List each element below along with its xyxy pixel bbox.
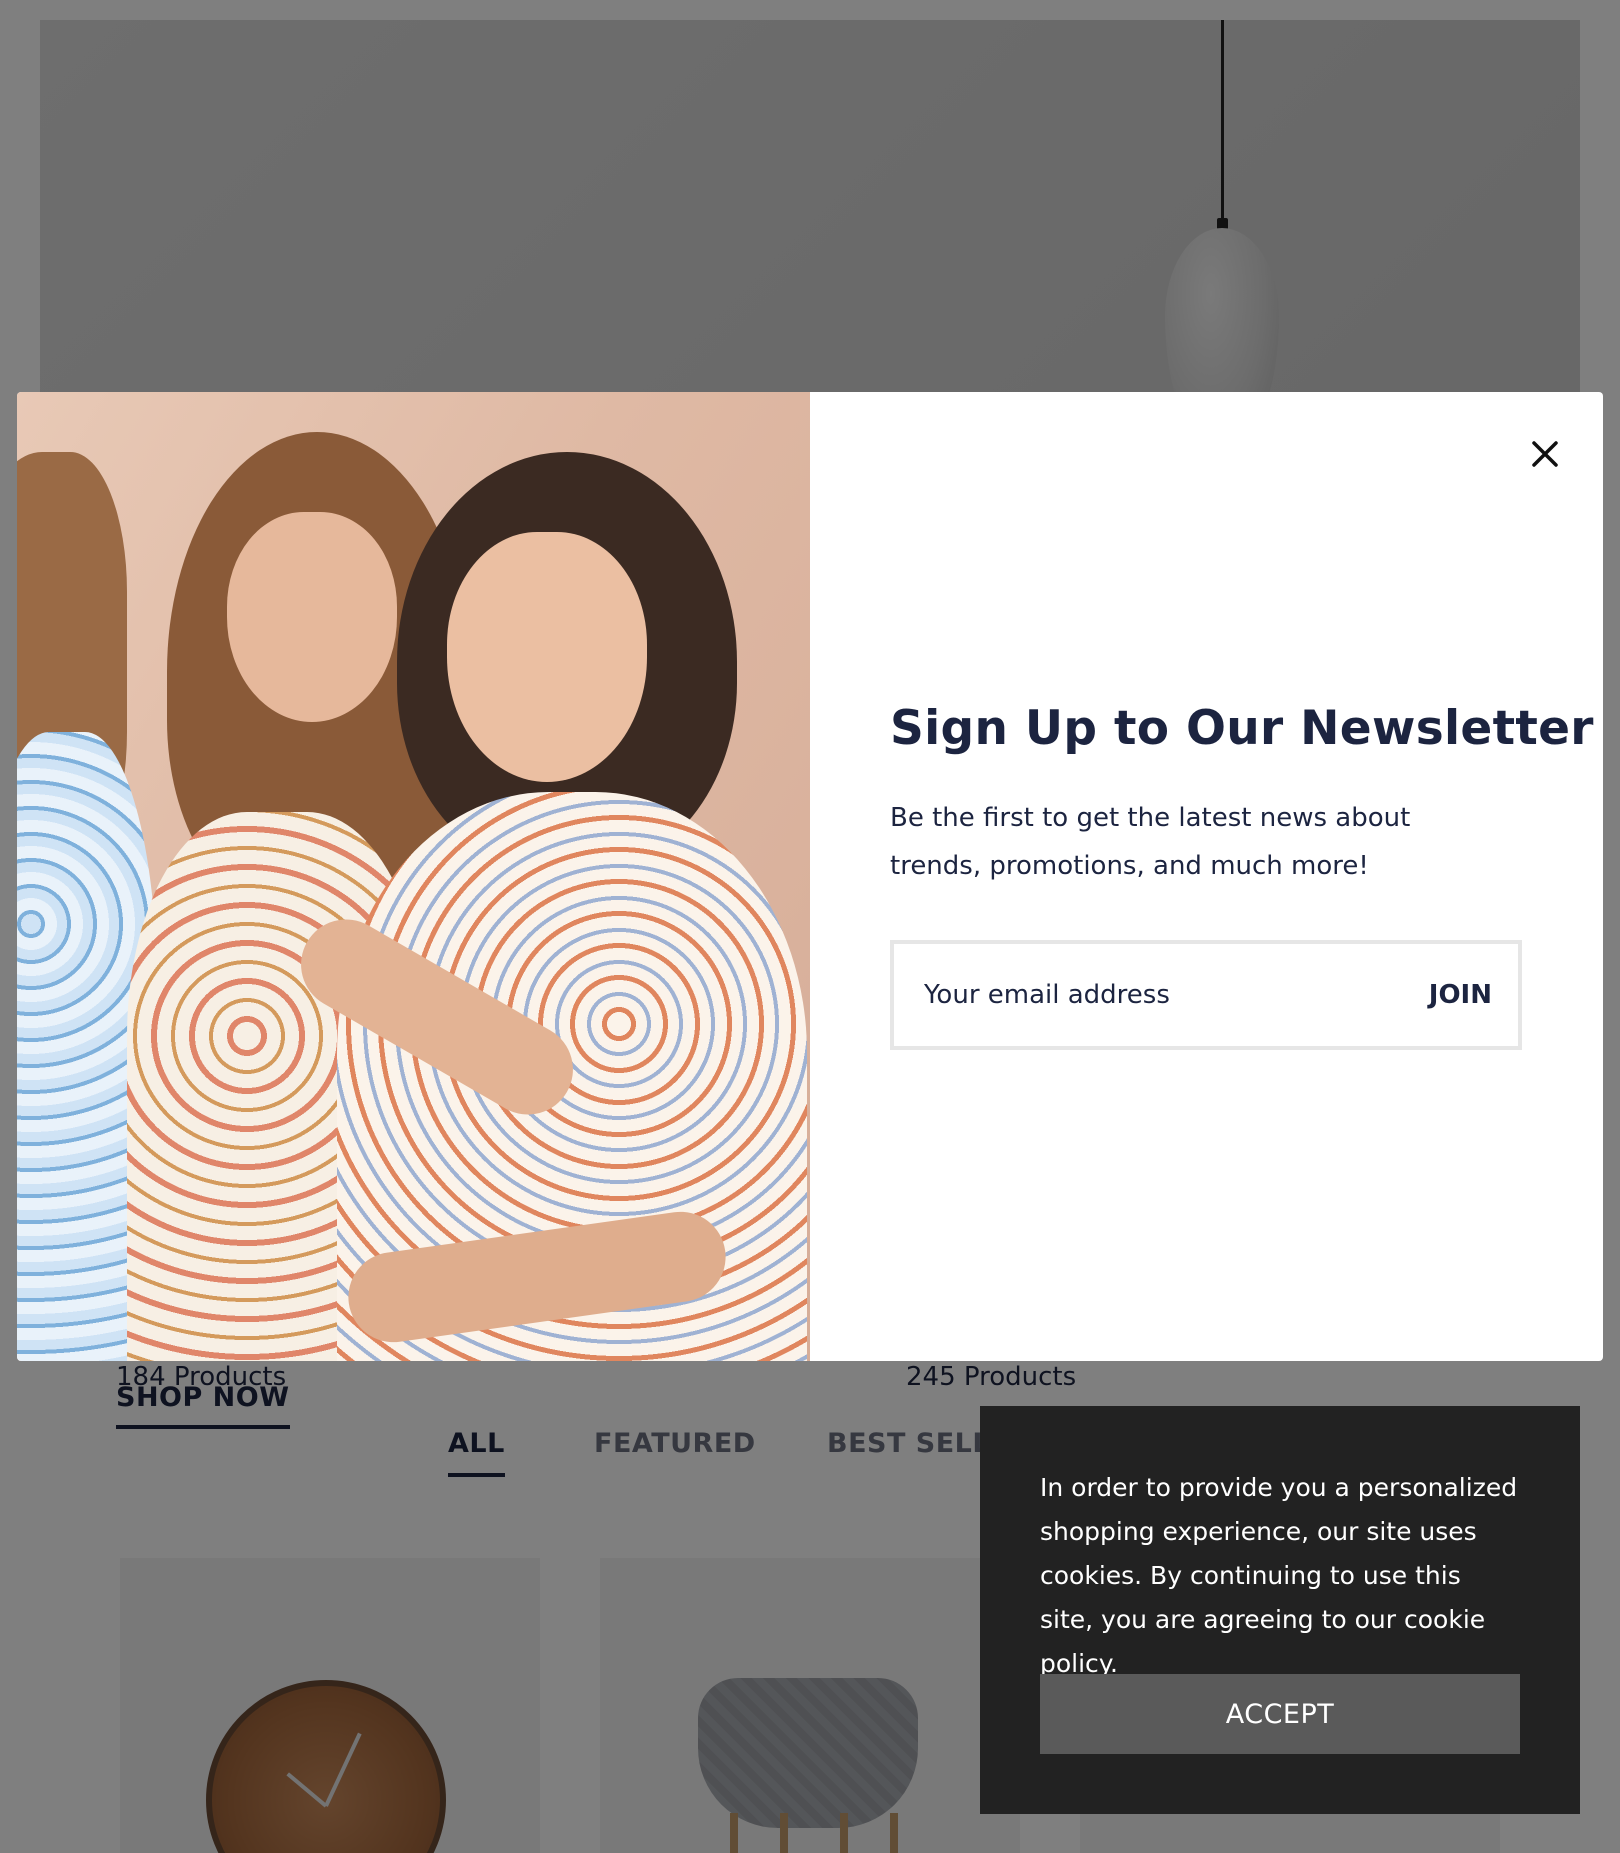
newsletter-title: Sign Up to Our Newsletter: [890, 701, 1594, 756]
newsletter-content: Sign Up to Our Newsletter Be the first t…: [810, 392, 1603, 1361]
cookie-banner: In order to provide you a personalized s…: [980, 1406, 1580, 1814]
newsletter-form: JOIN: [890, 940, 1522, 1050]
accept-cookies-button[interactable]: ACCEPT: [1040, 1674, 1520, 1754]
close-button[interactable]: [1525, 434, 1565, 474]
photo-woman-right-face: [447, 532, 647, 782]
newsletter-photo: [17, 392, 810, 1361]
close-icon: [1532, 441, 1558, 467]
newsletter-description: Be the first to get the latest news abou…: [890, 803, 1411, 881]
join-button[interactable]: JOIN: [1403, 944, 1518, 1046]
newsletter-modal: Sign Up to Our Newsletter Be the first t…: [17, 392, 1603, 1361]
cookie-message: In order to provide you a personalized s…: [1040, 1473, 1518, 1678]
email-input[interactable]: [894, 944, 1403, 1046]
photo-woman-middle-face: [227, 512, 397, 722]
